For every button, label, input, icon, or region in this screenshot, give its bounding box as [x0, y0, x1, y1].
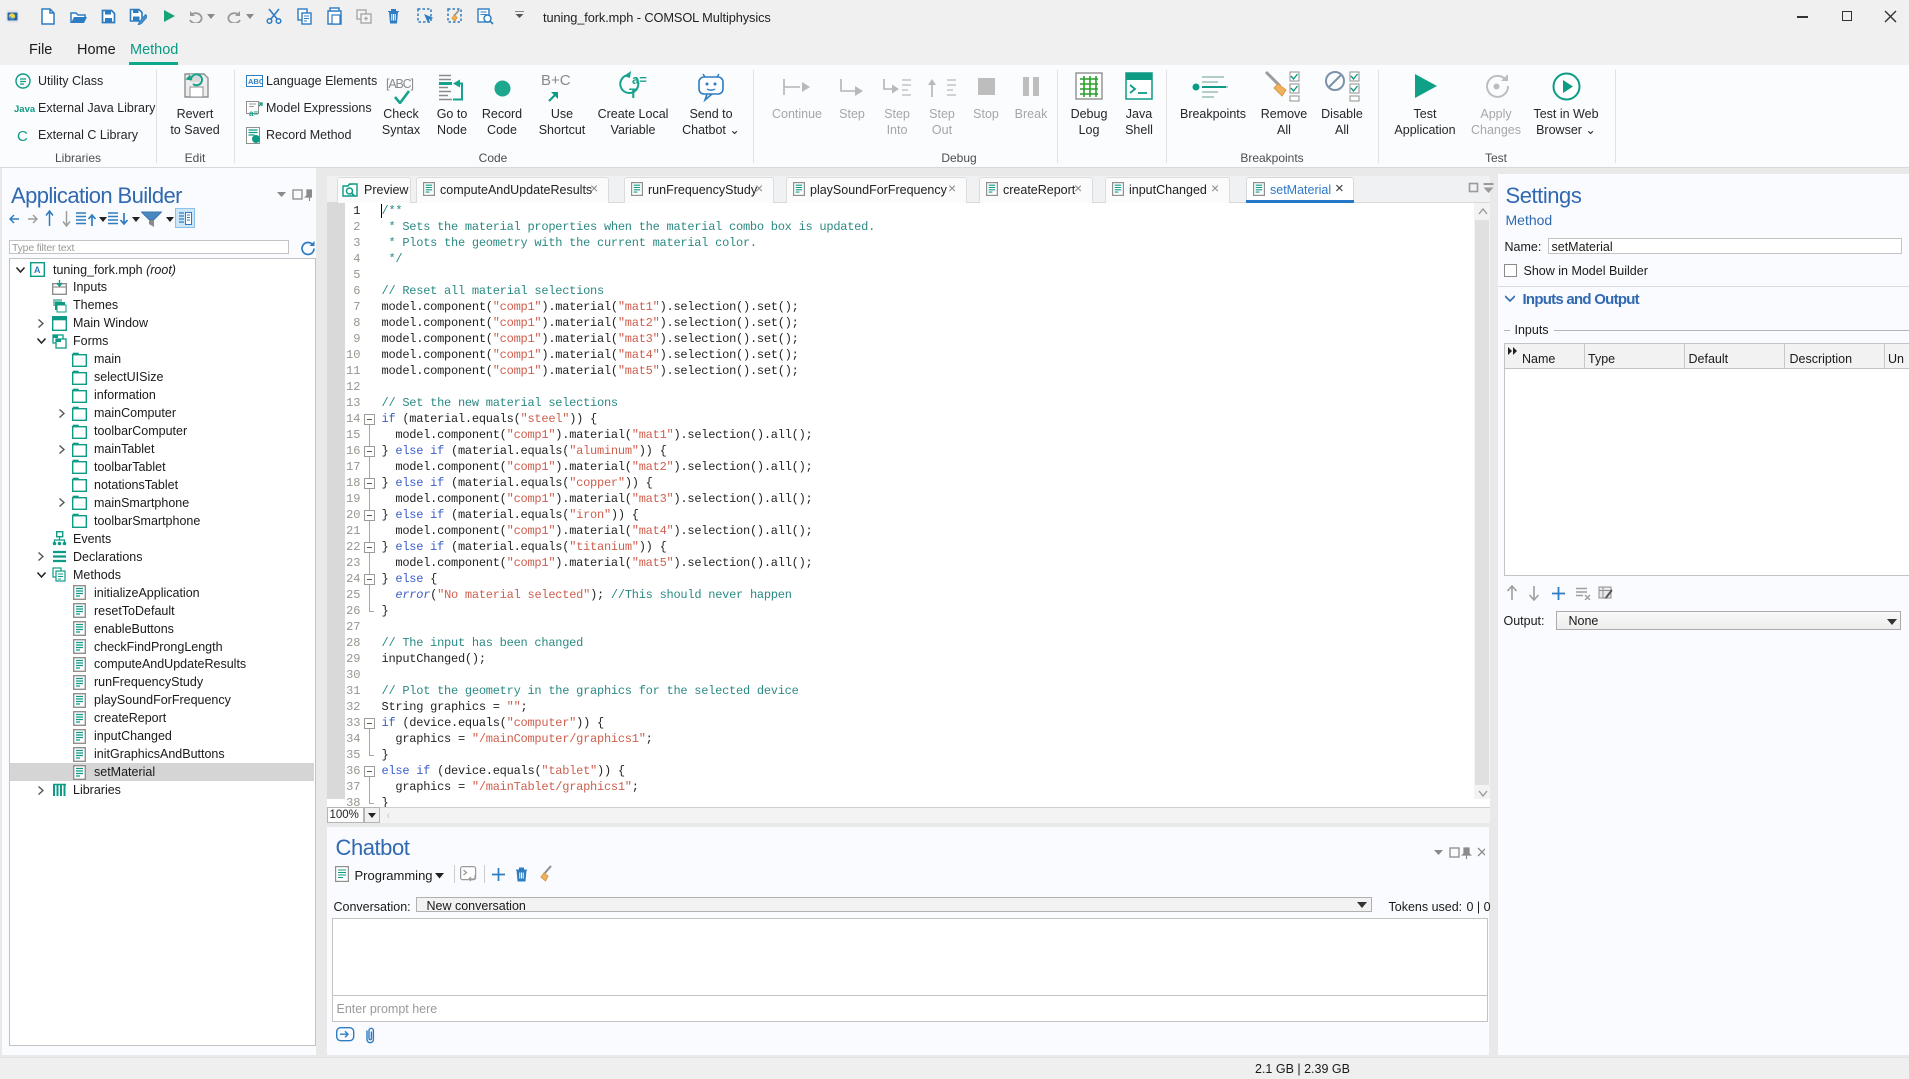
svg-text:T: T	[629, 85, 638, 101]
svg-text:Java: Java	[14, 104, 36, 115]
svg-text:a=: a=	[249, 109, 258, 117]
svg-text:A: A	[34, 265, 41, 275]
svg-text:[ABC]: [ABC]	[386, 77, 414, 91]
svg-text:ABC: ABC	[248, 77, 263, 86]
svg-text:C: C	[17, 128, 28, 143]
svg-text:B+C: B+C	[541, 72, 571, 89]
